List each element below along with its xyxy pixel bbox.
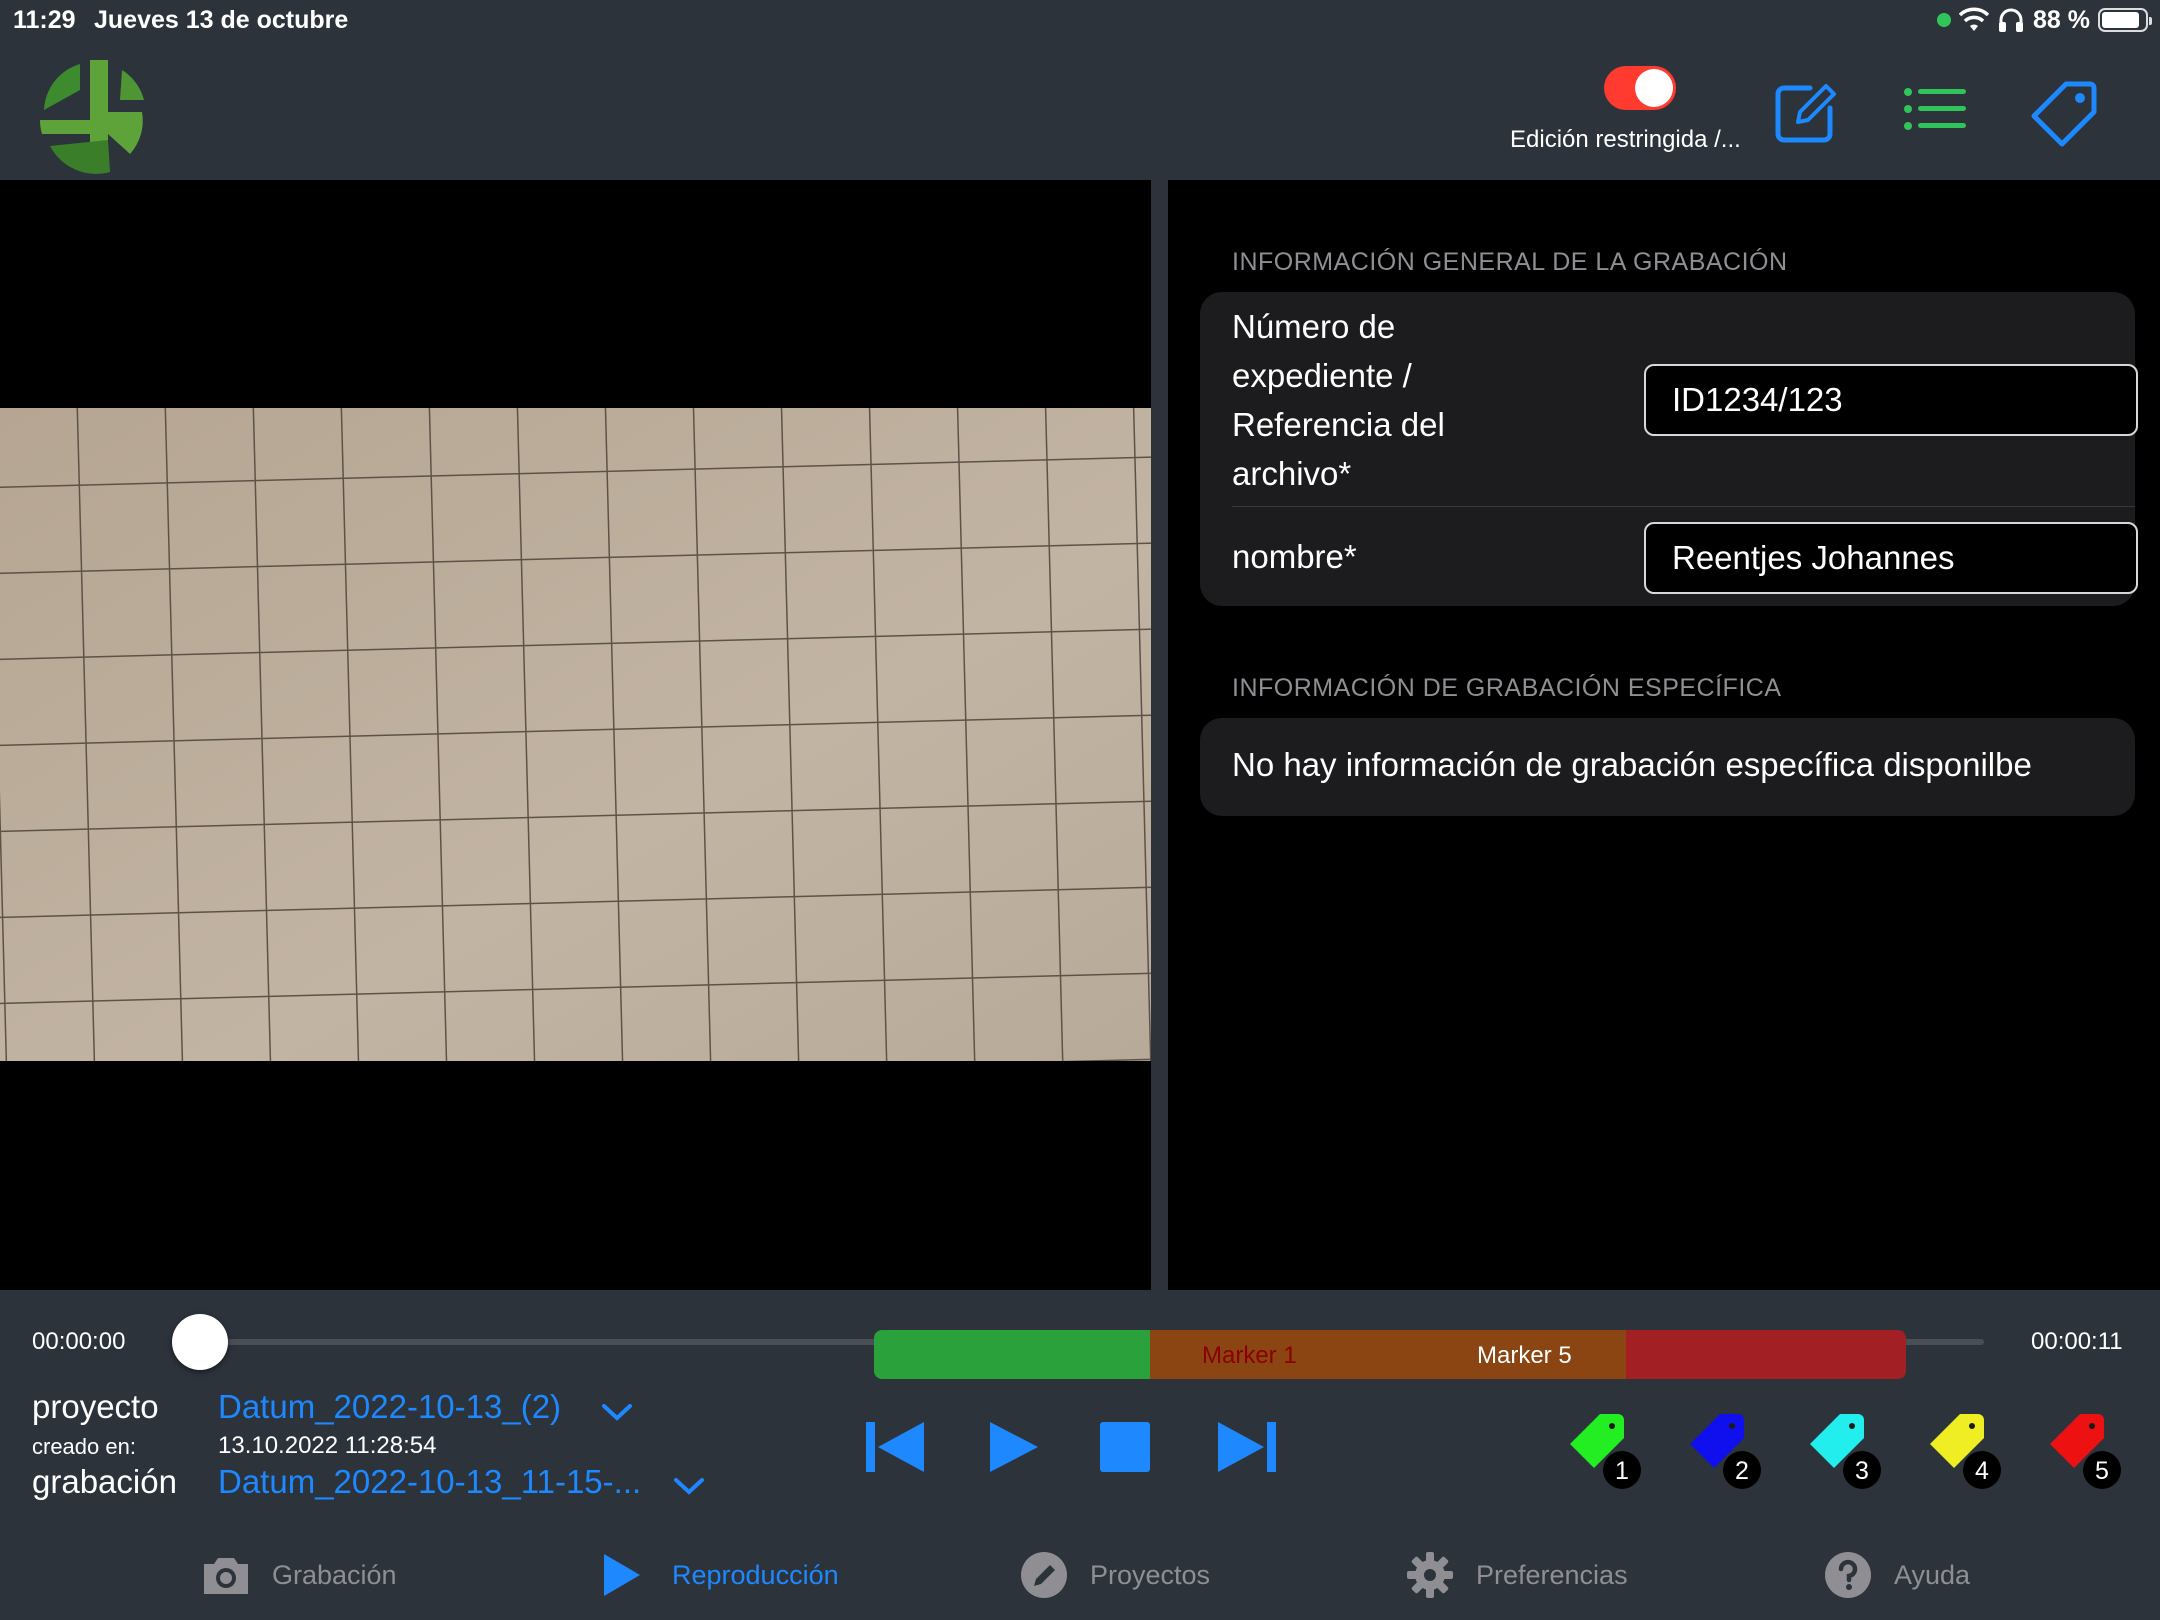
edit-icon[interactable] [1770, 78, 1840, 148]
panel-divider[interactable] [1151, 180, 1168, 1290]
marker-label-1: Marker 1 [1202, 1342, 1297, 1369]
created-date: 13.10.2022 11:28:54 [218, 1432, 437, 1459]
battery-icon [2098, 8, 2152, 32]
specific-info-card: No hay información de grabación específi… [1200, 718, 2135, 816]
project-chevron-down-icon[interactable] [600, 1400, 634, 1424]
marker-segment-green[interactable] [874, 1330, 1152, 1379]
tag-button-1[interactable]: 1 [1560, 1408, 1644, 1492]
mic-indicator-icon [1937, 13, 1952, 27]
restricted-edit-toggle[interactable] [1604, 66, 1676, 110]
video-frame [0, 408, 1151, 1061]
battery-percent: 88 % [2033, 5, 2090, 34]
help-icon [1825, 1552, 1871, 1598]
tag-number: 4 [1975, 1457, 1989, 1485]
skip-back-icon[interactable] [860, 1412, 930, 1482]
tab-projects[interactable]: Proyectos [1018, 1550, 1210, 1600]
tab-label: Proyectos [1090, 1559, 1211, 1590]
tab-help[interactable]: Ayuda [1822, 1550, 1970, 1600]
name-label: nombre* [1232, 538, 1357, 575]
general-info-card: Número de expediente / Referencia del ar… [1200, 292, 2138, 606]
timeline-thumb[interactable] [172, 1314, 228, 1370]
tab-label: Reproducción [672, 1559, 839, 1590]
app-header: Edición restringida /... [0, 40, 2160, 180]
video-panel[interactable] [0, 180, 1151, 1290]
tab-bar: Grabación Reproducción Proyectos Prefere… [0, 1520, 2160, 1620]
time-total: 00:00:11 [2031, 1328, 2123, 1355]
file-number-field[interactable]: ID1234/123 [1644, 364, 2138, 436]
recording-selector[interactable]: Datum_2022-10-13_11-15-... [218, 1463, 641, 1501]
wifi-icon [1959, 7, 1990, 31]
time-current: 00:00:00 [32, 1328, 126, 1355]
status-time: 11:29 [13, 6, 76, 34]
tab-playback[interactable]: Reproducción [600, 1550, 839, 1600]
tab-recording[interactable]: Grabación [200, 1550, 397, 1600]
recording-label: grabación [32, 1463, 177, 1500]
status-indicators: 88 % [1937, 4, 2152, 36]
tab-label: Preferencias [1476, 1559, 1628, 1590]
specific-info-empty-message: No hay información de grabación específi… [1232, 746, 2032, 783]
tag-icon[interactable] [2030, 78, 2100, 148]
file-number-label: Número de expediente / Referencia del ar… [1232, 308, 1445, 492]
gear-icon [1407, 1552, 1453, 1598]
headphones-icon [1999, 8, 2024, 32]
tag-button-2[interactable]: 2 [1680, 1408, 1764, 1492]
stop-icon[interactable] [1090, 1412, 1160, 1482]
status-bar: 11:29 Jueves 13 de octubre 88 % [0, 0, 2160, 40]
card-separator [1232, 506, 2135, 507]
skip-forward-icon[interactable] [1212, 1412, 1282, 1482]
play-icon[interactable] [980, 1412, 1050, 1482]
battery-level [2102, 12, 2139, 28]
pencil-icon [1021, 1552, 1067, 1598]
toggle-knob [1635, 69, 1673, 107]
tag-button-5[interactable]: 5 [2040, 1408, 2124, 1492]
created-label: creado en: [32, 1434, 136, 1459]
tab-label: Grabación [272, 1559, 397, 1590]
project-label: proyecto [32, 1388, 159, 1425]
marker-label-5: Marker 5 [1477, 1342, 1572, 1369]
tag-number: 1 [1615, 1457, 1629, 1485]
tag-button-4[interactable]: 4 [1920, 1408, 2004, 1492]
recording-chevron-down-icon[interactable] [672, 1474, 706, 1498]
tag-button-3[interactable]: 3 [1800, 1408, 1884, 1492]
general-info-title: INFORMACIÓN GENERAL DE LA GRABACIÓN [1232, 248, 1788, 276]
marker-segment-red[interactable] [1626, 1330, 1906, 1379]
recording-info-panel: INFORMACIÓN GENERAL DE LA GRABACIÓN Núme… [1168, 180, 2160, 1290]
app-logo-icon [40, 60, 144, 174]
player-controls: 00:00:00 Marker 1 Marker 5 00:00:11 proy… [0, 1290, 2160, 1520]
name-field[interactable]: Reentjes Johannes [1644, 522, 2138, 594]
tag-number: 3 [1855, 1457, 1869, 1485]
play-tab-icon [604, 1554, 640, 1596]
tag-number: 5 [2095, 1457, 2109, 1485]
tag-number: 2 [1735, 1457, 1749, 1485]
list-icon[interactable] [1900, 78, 1970, 148]
restricted-edit-label: Edición restringida /... [1510, 126, 1741, 153]
tab-preferences[interactable]: Preferencias [1404, 1550, 1628, 1600]
project-selector[interactable]: Datum_2022-10-13_(2) [218, 1388, 561, 1426]
status-date: Jueves 13 de octubre [94, 6, 349, 34]
specific-info-title: INFORMACIÓN DE GRABACIÓN ESPECÍFICA [1232, 674, 1782, 702]
tab-label: Ayuda [1894, 1559, 1971, 1590]
camera-icon [204, 1558, 248, 1594]
app-root: 11:29 Jueves 13 de octubre 88 % Edición … [0, 0, 2160, 1620]
